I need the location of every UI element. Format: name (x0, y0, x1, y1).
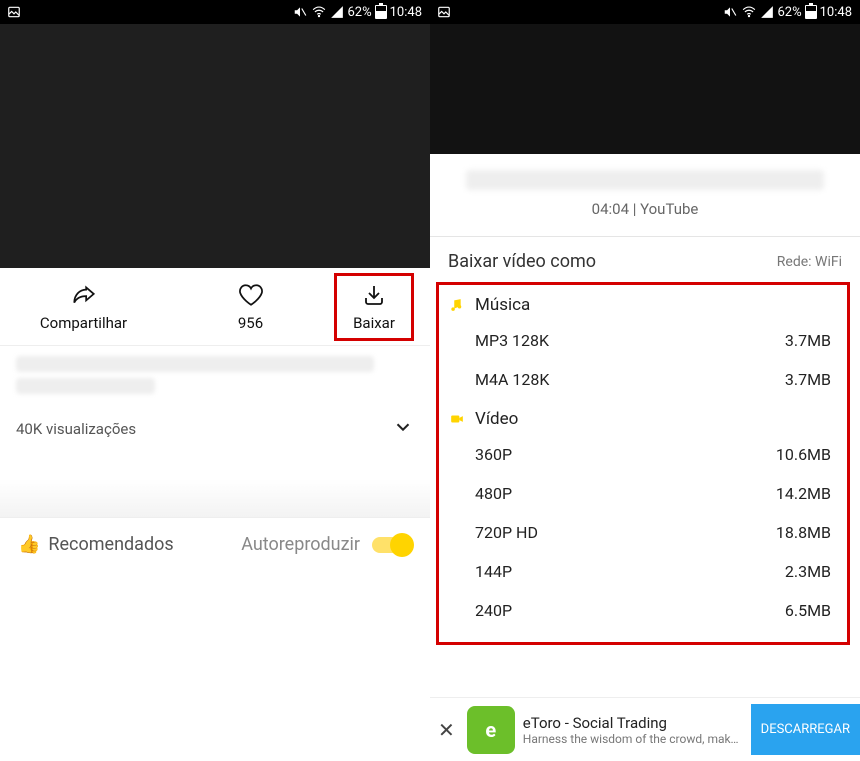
wifi-icon (741, 5, 757, 19)
download-icon (361, 282, 387, 308)
chevron-down-icon (392, 416, 414, 442)
ad-cta-button[interactable]: DESCARREGAR (751, 704, 860, 755)
option-size: 10.6MB (776, 445, 831, 464)
music-label: Música (475, 295, 530, 315)
title-area: 04:04 | YouTube (430, 154, 860, 226)
ad-title: eToro - Social Trading (523, 714, 743, 732)
signal-icon (760, 5, 774, 19)
download-label: Baixar (353, 314, 395, 332)
download-options-panel: Música MP3 128K 3.7MB M4A 128K 3.7MB Víd… (436, 282, 850, 645)
like-button[interactable]: 956 (167, 282, 334, 332)
signal-icon (330, 5, 344, 19)
status-time: 10:48 (390, 5, 422, 20)
autoplay-toggle[interactable] (372, 537, 412, 553)
download-as-label: Baixar vídeo como (448, 251, 596, 272)
recommended-label: Recomendados (48, 534, 173, 555)
video-section-header: Vídeo (447, 405, 837, 435)
share-icon (70, 282, 98, 308)
option-m4a-128k[interactable]: M4A 128K 3.7MB (447, 360, 837, 399)
option-label: 480P (475, 484, 512, 503)
wifi-icon (311, 5, 327, 19)
views-count: 40K visualizações (16, 420, 136, 438)
status-bar: 62% 10:48 (0, 0, 430, 24)
battery-icon (805, 5, 817, 19)
battery-percent: 62% (777, 5, 801, 20)
mute-icon (722, 5, 738, 19)
spacer (0, 454, 430, 518)
option-label: 144P (475, 562, 512, 581)
option-size: 2.3MB (785, 562, 831, 581)
option-size: 3.7MB (785, 370, 831, 389)
music-section-header: Música (447, 291, 837, 321)
download-header: Baixar vídeo como Rede: WiFi (430, 237, 860, 282)
option-label: 720P HD (475, 523, 538, 542)
share-label: Compartilhar (40, 314, 127, 332)
option-size: 6.5MB (785, 601, 831, 620)
image-icon (6, 5, 22, 19)
ad-subtitle: Harness the wisdom of the crowd, make sm… (523, 732, 743, 746)
share-button[interactable]: Compartilhar (0, 282, 167, 332)
recommend-row: 👍 Recomendados Autoreproduzir (0, 518, 430, 571)
option-240p[interactable]: 240P 6.5MB (447, 591, 837, 630)
option-size: 18.8MB (776, 523, 831, 542)
option-720p-hd[interactable]: 720P HD 18.8MB (447, 513, 837, 552)
autoplay-label: Autoreproduzir (241, 534, 360, 555)
status-time: 10:48 (820, 5, 852, 20)
option-label: M4A 128K (475, 370, 549, 389)
video-label: Vídeo (475, 409, 518, 429)
status-bar: 62% 10:48 (430, 0, 860, 24)
screen-left: 62% 10:48 Compartilhar 956 Baixar (0, 0, 430, 761)
ad-close-button[interactable]: ✕ (434, 718, 459, 742)
network-label: Rede: WiFi (777, 254, 842, 270)
music-note-icon (449, 297, 465, 313)
mute-icon (292, 5, 308, 19)
battery-percent: 62% (347, 5, 371, 20)
option-label: 360P (475, 445, 512, 464)
option-144p[interactable]: 144P 2.3MB (447, 552, 837, 591)
option-480p[interactable]: 480P 14.2MB (447, 474, 837, 513)
video-player[interactable] (0, 24, 430, 268)
duration-source: 04:04 | YouTube (446, 200, 844, 218)
battery-icon (375, 5, 387, 19)
option-size: 3.7MB (785, 331, 831, 350)
actions-row: Compartilhar 956 Baixar (0, 268, 430, 346)
image-icon (436, 5, 452, 19)
views-row[interactable]: 40K visualizações (0, 406, 430, 454)
option-label: MP3 128K (475, 331, 549, 350)
like-count: 956 (238, 314, 263, 332)
video-icon (449, 412, 465, 426)
thumbs-up-icon: 👍 (18, 534, 40, 555)
ad-app-icon: e (467, 706, 515, 754)
download-button[interactable]: Baixar (334, 273, 414, 341)
option-360p[interactable]: 360P 10.6MB (447, 435, 837, 474)
screen-right: 62% 10:48 04:04 | YouTube Baixar vídeo c… (430, 0, 860, 761)
video-title-area (0, 346, 430, 406)
option-mp3-128k[interactable]: MP3 128K 3.7MB (447, 321, 837, 360)
option-label: 240P (475, 601, 512, 620)
ad-banner: ✕ e eToro - Social Trading Harness the w… (430, 697, 860, 761)
video-player[interactable] (430, 24, 860, 154)
heart-icon (237, 282, 265, 308)
option-size: 14.2MB (776, 484, 831, 503)
